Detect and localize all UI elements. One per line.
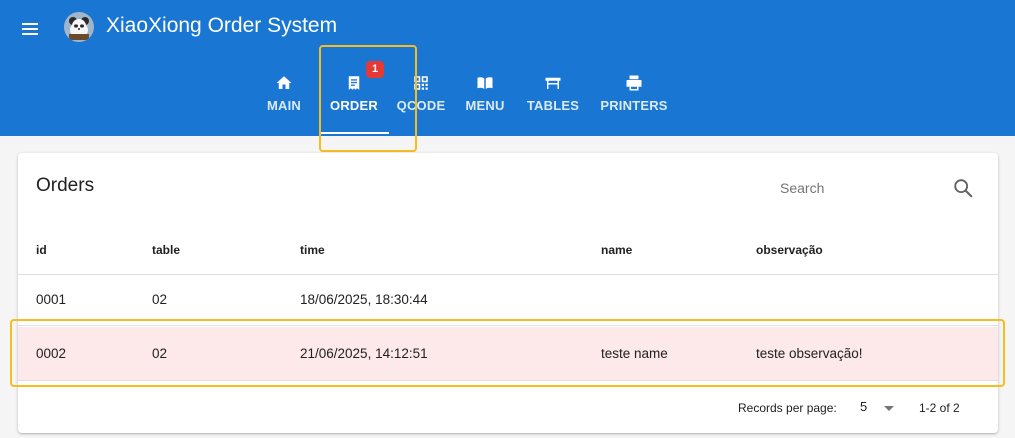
app-title: XiaoXiong Order System bbox=[106, 14, 338, 37]
main-nav-tabs: MAIN 1 ORDER QCODE MENU TABLES PRINTERS bbox=[249, 61, 679, 136]
tab-label: ORDER bbox=[330, 98, 378, 113]
cell-name: teste name bbox=[601, 346, 668, 361]
tab-qcode[interactable]: QCODE bbox=[389, 68, 453, 136]
printer-icon bbox=[626, 75, 642, 91]
chevron-down-icon bbox=[884, 406, 894, 411]
cell-time: 18/06/2025, 18:30:44 bbox=[300, 292, 428, 307]
table-header: id table time name observação bbox=[18, 233, 998, 275]
cell-table: 02 bbox=[152, 346, 168, 361]
cell-table: 02 bbox=[152, 292, 168, 307]
cell-observacao: teste observação! bbox=[756, 346, 863, 361]
tab-label: TABLES bbox=[526, 98, 580, 113]
qr-code-icon bbox=[414, 76, 428, 90]
column-header-time[interactable]: time bbox=[300, 243, 325, 257]
search-input[interactable]: Search bbox=[780, 180, 824, 196]
tab-printers[interactable]: PRINTERS bbox=[589, 68, 679, 136]
home-icon bbox=[276, 76, 292, 89]
tab-label: MAIN bbox=[266, 98, 302, 113]
tab-tables[interactable]: TABLES bbox=[517, 68, 589, 136]
panda-logo bbox=[64, 12, 94, 42]
table-row[interactable]: 0002 02 21/06/2025, 14:12:51 teste name … bbox=[18, 327, 998, 381]
tab-label: MENU bbox=[465, 98, 505, 113]
column-header-id[interactable]: id bbox=[36, 243, 47, 257]
orders-card: Orders Search id table time name observa… bbox=[18, 153, 998, 433]
tab-label: PRINTERS bbox=[600, 98, 668, 113]
hamburger-menu-icon[interactable] bbox=[20, 14, 44, 38]
pagination-range: 1-2 of 2 bbox=[919, 401, 960, 415]
tab-main[interactable]: MAIN bbox=[249, 68, 319, 136]
cell-time: 21/06/2025, 14:12:51 bbox=[300, 346, 428, 361]
app-header: XiaoXiong Order System MAIN 1 ORDER QCOD… bbox=[0, 0, 1015, 136]
column-header-table[interactable]: table bbox=[152, 243, 180, 257]
cell-id: 0002 bbox=[36, 346, 67, 361]
column-header-observacao[interactable]: observação bbox=[756, 243, 823, 257]
menu-book-icon bbox=[477, 77, 493, 89]
records-per-page-select[interactable]: 5 bbox=[860, 399, 900, 417]
search-icon[interactable] bbox=[952, 177, 974, 199]
order-count-badge: 1 bbox=[366, 61, 384, 78]
table-icon bbox=[545, 77, 561, 89]
records-per-page-value: 5 bbox=[860, 399, 868, 414]
orders-title: Orders bbox=[36, 175, 95, 196]
column-header-name[interactable]: name bbox=[601, 243, 632, 257]
receipt-icon bbox=[348, 76, 360, 90]
records-per-page-label: Records per page: bbox=[738, 401, 837, 415]
tab-menu[interactable]: MENU bbox=[453, 68, 517, 136]
tab-order[interactable]: 1 ORDER bbox=[319, 61, 389, 136]
table-row[interactable]: 0001 02 18/06/2025, 18:30:44 bbox=[18, 276, 998, 326]
table-footer: Records per page: 5 1-2 of 2 bbox=[18, 388, 998, 428]
cell-id: 0001 bbox=[36, 292, 67, 307]
tab-label: QCODE bbox=[396, 98, 446, 113]
